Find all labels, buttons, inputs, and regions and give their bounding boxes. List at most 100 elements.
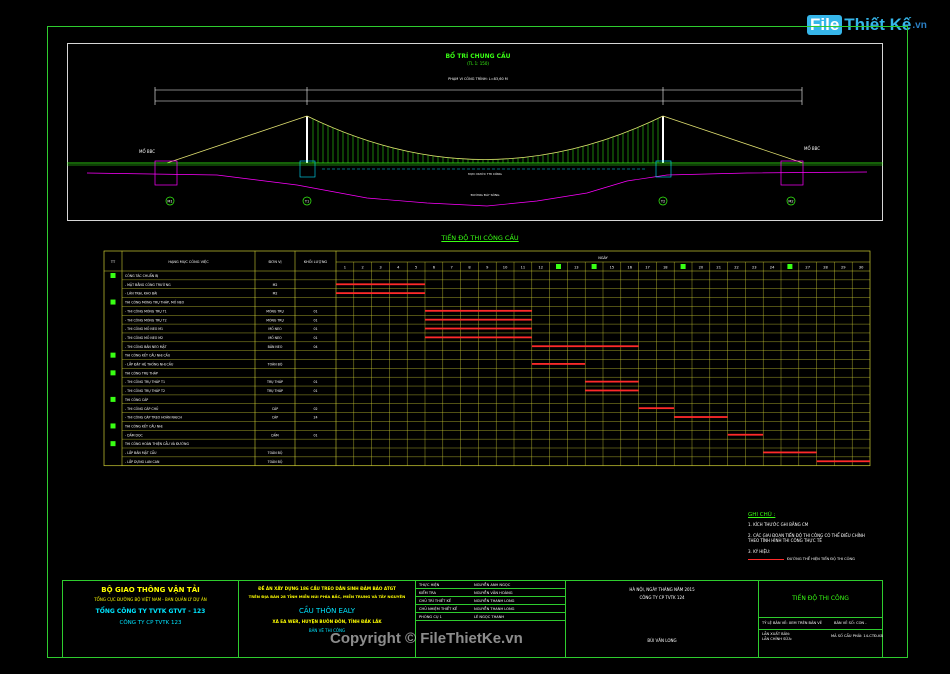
task-unit: MỐ NEO — [268, 335, 282, 340]
task-name: - THI CÔNG MỐ NEO M1 — [125, 326, 163, 331]
task-bar — [674, 416, 728, 418]
task-unit: BẢN NEO — [268, 344, 283, 349]
legend-line — [748, 558, 784, 560]
support-label: T1 — [304, 200, 309, 204]
bridge-elevation: BỐ TRÍ CHUNG CẦU (TL 1: 150) PHẠM VI CÔN… — [67, 51, 883, 207]
support-label: M2 — [788, 200, 793, 204]
task-name: - THI CÔNG TRỤ THÁP T1 — [125, 379, 165, 384]
role-person: NGUYỄN VĂN HOÀNG — [474, 591, 513, 595]
day-label: 23 — [752, 266, 757, 270]
day-label: 29 — [841, 266, 846, 270]
header-tt: TT — [110, 260, 116, 264]
day-label: 22 — [734, 266, 739, 270]
role-title: KIỂM TRA — [419, 591, 436, 595]
day-label: 3 — [379, 266, 381, 270]
task-qty: 24 — [313, 416, 317, 420]
day-label: 21 — [716, 266, 721, 270]
role-row: PHÒNG CỤ 1 LÊ NGỌC THANH — [416, 613, 566, 621]
task-unit: M2 — [273, 292, 278, 296]
task-bar — [425, 327, 532, 330]
task-name: - DẦM DỌC — [125, 432, 144, 437]
task-unit: M2 — [273, 283, 278, 287]
elevation-length-note: PHẠM VI CÔNG TRÌNH: L=83,60 M — [448, 76, 508, 81]
task-unit: MÓNG TRỤ — [266, 308, 284, 313]
task-name: THI CÔNG HOÀN THIỆN CẦU VÀ ĐƯỜNG — [124, 441, 189, 446]
project-line-2: TRÊN ĐỊA BÀN 28 TỈNH MIỀN NÚI PHÍA BẮC, … — [248, 594, 406, 599]
task-name: - LẮP ĐẶT HỆ THỐNG NHỊ CẦU — [125, 362, 174, 367]
day-marker — [591, 264, 597, 269]
task-unit: CÁP — [272, 415, 278, 420]
day-label: 4 — [397, 266, 400, 270]
task-qty: 01 — [313, 433, 317, 437]
department-name: TỔNG CỤC ĐƯỜNG BỘ VIỆT NAM - BAN QUẢN LÝ… — [94, 597, 207, 602]
task-bar — [816, 460, 870, 463]
day-label: 13 — [574, 266, 579, 270]
group-marker — [110, 423, 116, 429]
task-bar — [763, 451, 817, 454]
task-name: - THI CÔNG CÁP CHỦ — [125, 406, 159, 411]
abutment-right-label: MỐ BBC — [804, 146, 820, 151]
task-qty: 01 — [313, 336, 317, 340]
day-label: 15 — [610, 266, 615, 270]
role-title: CHỦ NHIỆM THIẾT KẾ — [419, 607, 458, 611]
task-bar — [531, 363, 586, 365]
approval-company: CÔNG TY CP TVTK 124 — [639, 595, 685, 600]
task-bar — [425, 309, 532, 312]
support-label: M1 — [167, 200, 172, 204]
day-label: 2 — [362, 266, 364, 270]
group-marker — [110, 352, 116, 358]
day-label: 17 — [645, 266, 650, 270]
sheet-info: TIẾN ĐỘ THI CÔNG TỶ LỆ BẢN VẼ: XEM TRÊN … — [759, 581, 883, 657]
task-qty: 02 — [313, 407, 317, 411]
ministry-name: BỘ GIAO THÔNG VẬN TẢI — [101, 586, 200, 594]
note-item: 1. KÍCH THƯỚC GHI BẰNG CM — [748, 522, 809, 527]
sheet-scale: TỶ LỆ BẢN VẼ: XEM TRÊN BẢN VẼ — [762, 621, 823, 625]
task-bar — [336, 292, 425, 295]
task-qty: 04 — [313, 345, 317, 349]
task-unit: TRỤ THÁP — [266, 379, 283, 384]
approval-block: HÀ NỘI, NGÀY THÁNG NĂM 2015 CÔNG TY CP T… — [566, 581, 759, 657]
project-line-1: ĐỀ ÁN XÂY DỰNG 186 CẦU TREO DÂN SINH ĐẢM… — [258, 586, 396, 591]
task-bar — [531, 345, 639, 348]
task-name: - THI CÔNG TRỤ THÁP T2 — [125, 388, 165, 393]
task-name: - LẮP BẢN MẶT CẦU — [125, 450, 157, 455]
day-marker — [680, 264, 686, 269]
role-row: CHỦ NHIỆM THIẾT KẾ NGUYỄN THANH LONG — [416, 605, 566, 613]
task-unit: DẦM — [271, 432, 279, 437]
task-name: CÔNG TÁC CHUẨN BỊ — [125, 273, 158, 278]
bridge-name: CẦU THÔN EALY — [299, 607, 355, 615]
sheet-code: MÃ SỐ CẦU PHẢI: 14-CTĐ-KB — [831, 634, 883, 638]
day-label: 6 — [433, 266, 436, 270]
task-qty: 01 — [313, 309, 317, 313]
approval-date: HÀ NỘI, NGÀY THÁNG NĂM 2015 — [629, 587, 695, 592]
day-label: 11 — [521, 266, 526, 270]
riverbed-label: ĐƯỜNG ĐÁY SÔNG — [471, 192, 501, 197]
schedule-table: TT HẠNG MỤC CÔNG VIỆC ĐƠN VỊ KHỐI LƯỢNG NGÀY… — [103, 250, 871, 467]
task-name: - LẮP DỰNG LAN CAN — [125, 459, 160, 464]
role-person: LÊ NGỌC THANH — [474, 615, 505, 619]
day-marker — [787, 264, 793, 269]
task-bar — [425, 318, 532, 321]
task-bar — [336, 283, 425, 286]
task-bar — [585, 380, 639, 383]
day-label: 7 — [451, 266, 453, 270]
task-qty: 01 — [313, 318, 317, 322]
role-title: THỰC HIỆN — [419, 583, 440, 587]
header-days: NGÀY — [598, 255, 608, 260]
day-label: 8 — [468, 266, 471, 270]
support-label: T2 — [660, 200, 665, 204]
role-row: KIỂM TRA NGUYỄN VĂN HOÀNG — [416, 589, 566, 597]
day-label: 24 — [770, 266, 775, 270]
notes-title: GHI CHÚ : — [748, 512, 776, 518]
task-name: - LÁN TRẠI, KHO BÃI — [125, 291, 157, 296]
group-marker — [110, 273, 116, 278]
sheet-issue: LẦN XUẤT BẢN: — [762, 632, 791, 636]
group-marker — [110, 370, 116, 376]
task-unit: TOÀN BỘ — [267, 459, 283, 464]
day-label: 27 — [805, 266, 810, 270]
company-name: CÔNG TY CP TVTK 123 — [119, 620, 182, 626]
task-qty: 01 — [313, 389, 317, 393]
legend-text: ĐƯỜNG THỂ HIỆN TIẾN ĐỘ THI CÔNG — [787, 557, 855, 561]
role-person: NGUYỄN THANH LONG — [474, 599, 515, 603]
task-name: - THI CÔNG MÓNG TRỤ T1 — [125, 308, 167, 313]
